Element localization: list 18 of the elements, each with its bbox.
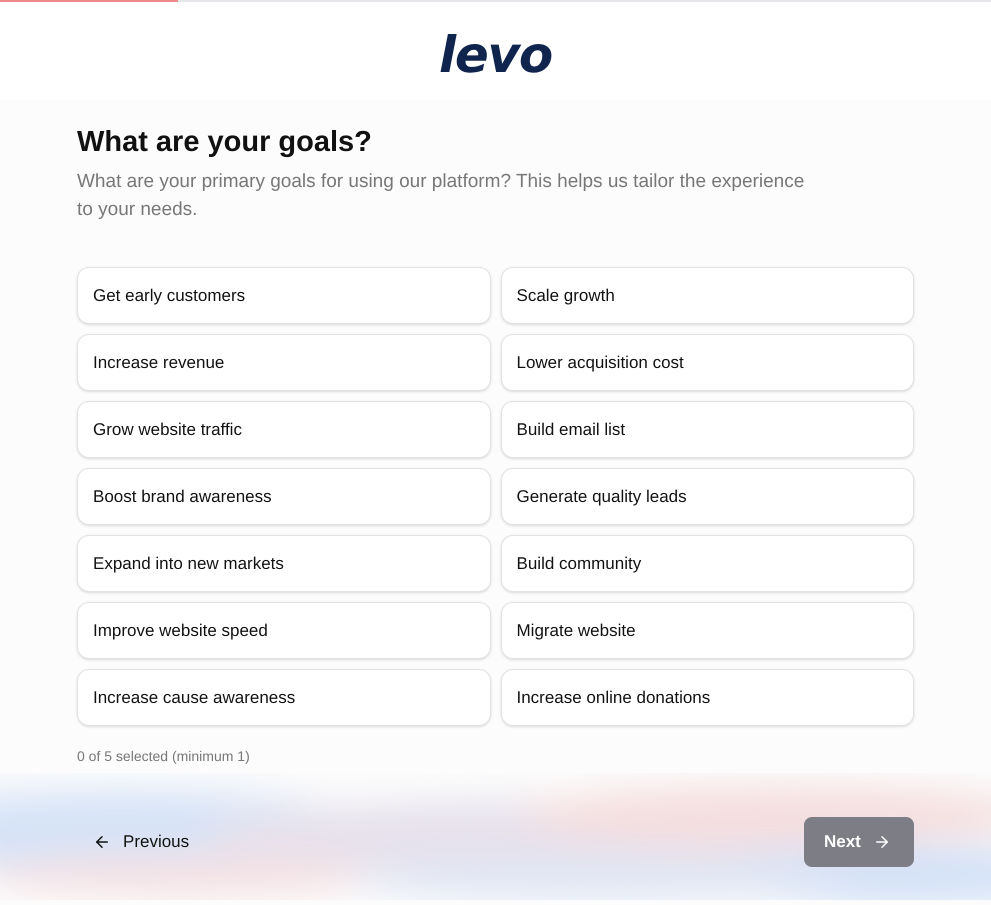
logo: levo (439, 24, 552, 86)
goal-option[interactable]: Migrate website (500, 602, 914, 659)
page-subtitle: What are your primary goals for using our platform? This helps us tailor the experience to your needs. (77, 170, 806, 222)
goal-option[interactable]: Improve website speed (77, 602, 490, 659)
page-title: What are your goals? (77, 125, 373, 160)
goal-option[interactable]: Increase revenue (77, 334, 490, 391)
goal-option[interactable]: Get early customers (77, 267, 490, 324)
goal-option[interactable]: Increase cause awareness (77, 669, 490, 726)
goal-option[interactable]: Generate quality leads (500, 468, 914, 525)
goal-option[interactable]: Expand into new markets (77, 535, 490, 592)
goal-option[interactable]: Grow website traffic (77, 401, 490, 458)
goal-option[interactable]: Build community (500, 535, 914, 592)
goal-option[interactable]: Build email list (500, 401, 914, 458)
selection-count: 0 of 5 selected (minimum 1) (77, 747, 251, 766)
goal-option[interactable]: Lower acquisition cost (500, 334, 914, 391)
goal-option[interactable]: Boost brand awareness (77, 468, 490, 525)
goal-option[interactable]: Increase online donations (500, 669, 914, 726)
goal-option[interactable]: Scale growth (500, 267, 914, 324)
